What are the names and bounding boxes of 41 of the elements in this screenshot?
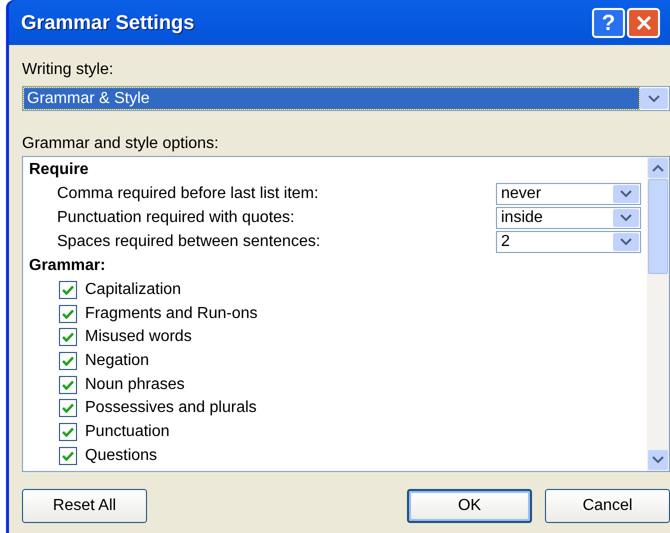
checkbox[interactable] [59, 304, 77, 323]
field-label: Writing style: [22, 60, 114, 80]
checkbox[interactable] [59, 399, 77, 418]
scrollbar[interactable] [647, 157, 669, 471]
option-label: Punctuation required with quotes: [57, 208, 296, 228]
option-label: Spaces required between sentences: [57, 232, 322, 252]
checkbox-label: Possessives and plurals [85, 398, 257, 418]
help-button[interactable]: ? [592, 8, 625, 38]
checkbox-label: Noun phrases [85, 374, 185, 395]
caret-icon [620, 238, 632, 246]
checkbox-label: Fragments and Run-ons [85, 304, 258, 324]
caret-icon [620, 214, 632, 222]
checkbox-label: Negation [85, 350, 150, 371]
checkbox[interactable] [59, 422, 77, 441]
option-select[interactable]: 2 [496, 231, 641, 253]
checkbox-label: Misused words [85, 327, 192, 348]
field-label: Grammar and style options: [22, 134, 220, 154]
checkbox[interactable] [59, 446, 77, 465]
checkbox[interactable] [59, 352, 77, 370]
ok-button[interactable]: OK [407, 489, 532, 523]
cancel-button[interactable]: Cancel [545, 489, 670, 523]
checkbox[interactable] [59, 328, 77, 346]
section-heading: Grammar: [28, 256, 106, 276]
option-label: Comma required before last list item: [57, 184, 320, 204]
option-select[interactable]: inside [496, 207, 641, 229]
section-heading: Require [28, 160, 90, 180]
writing-style-select[interactable]: Grammar & Style [22, 86, 670, 111]
caret-icon [652, 164, 664, 172]
checkbox-label: Capitalization [85, 280, 182, 300]
caret-icon [648, 94, 660, 102]
option-select[interactable]: never [496, 183, 641, 205]
reset-button[interactable]: Reset All [22, 489, 147, 523]
close-icon [634, 14, 652, 32]
window-title: Grammar Settings [21, 10, 196, 36]
checkbox-label: Questions [85, 446, 158, 466]
checkbox-label: Punctuation [85, 422, 170, 442]
close-button[interactable] [627, 8, 660, 38]
checkbox[interactable] [59, 376, 77, 394]
caret-icon [620, 190, 632, 198]
checkbox[interactable] [59, 280, 77, 299]
caret-icon [652, 456, 664, 464]
